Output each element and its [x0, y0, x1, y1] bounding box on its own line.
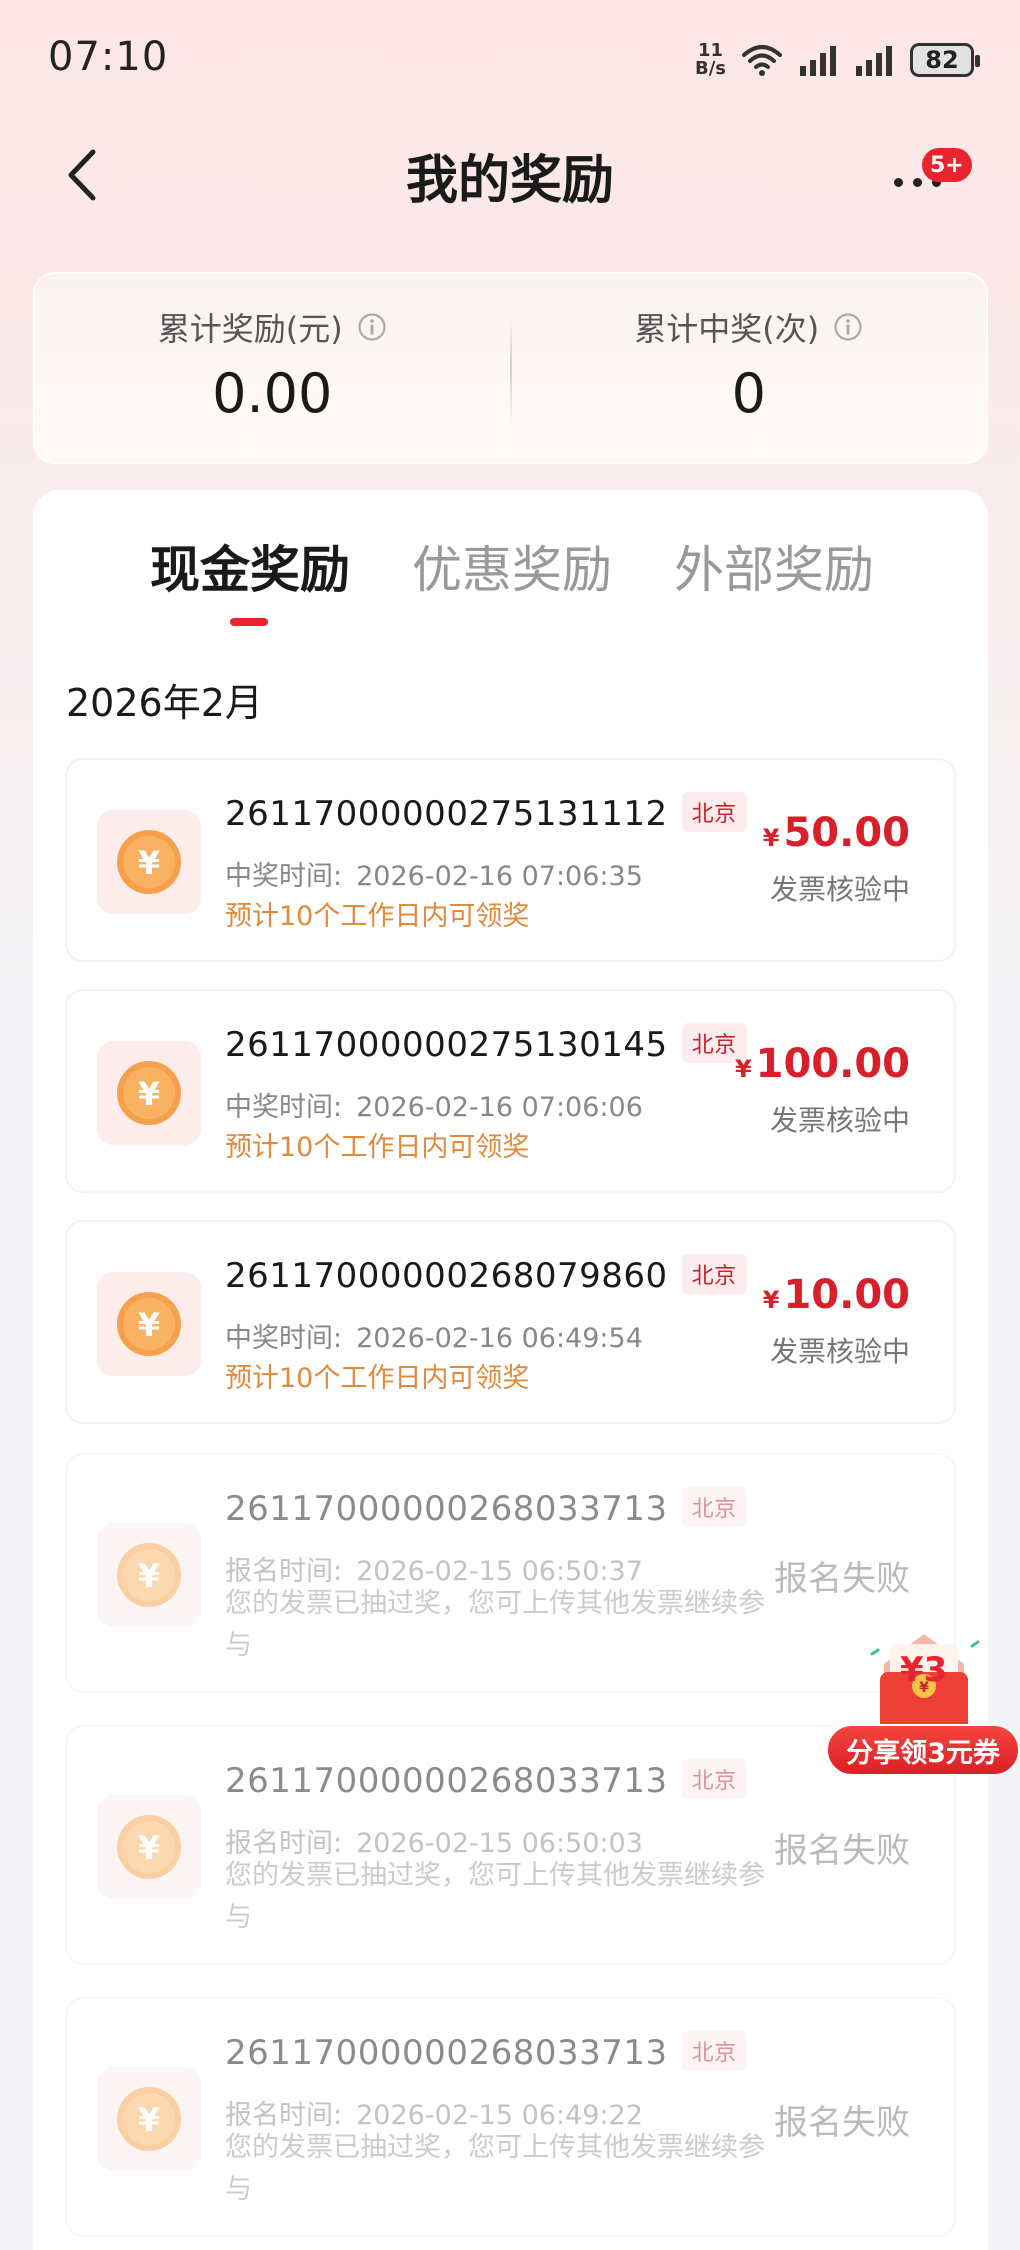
time-value: 2026-02-16 06:49:54: [356, 1323, 643, 1354]
reward-record[interactable]: ¥ 26117000000275131112 北京 中奖时间: 2026-02-16…: [65, 758, 956, 962]
amount-value: 10.00: [783, 1272, 910, 1318]
failure-status: 报名失败: [774, 1831, 910, 1871]
reward-status: 发票核验中: [769, 873, 910, 906]
coin-icon-box: ¥: [97, 810, 201, 914]
currency-symbol: ¥: [762, 824, 780, 852]
amount-value: 50.00: [783, 810, 910, 856]
total-wins: 累计中奖(次) 0: [512, 274, 987, 462]
wifi-icon: [742, 45, 782, 76]
invoice-number: 26117000000275131112: [225, 794, 668, 834]
claim-note: 预计10个工作日内可领奖: [225, 1363, 530, 1394]
signal-icon-2: [856, 46, 892, 76]
tab-discount-reward[interactable]: 优惠奖励: [412, 530, 612, 602]
status-icons: 11 B/s 82: [695, 38, 980, 82]
region-tag: 北京: [681, 1254, 747, 1294]
yen-coin-icon: ¥: [117, 1815, 181, 1879]
svg-text:¥: ¥: [138, 1306, 160, 1344]
failure-note: 您的发票已抽过奖，您可上传其他发票继续参与: [225, 1860, 765, 1933]
invoice-number: 26117000000268033713: [225, 1489, 668, 1529]
svg-text:¥: ¥: [138, 844, 160, 882]
signal-icon: [800, 46, 836, 76]
page-title: 我的奖励: [405, 151, 614, 211]
reward-amount: ¥50.00: [763, 810, 910, 856]
failure-status: 报名失败: [774, 1559, 910, 1599]
coin-icon-box: ¥: [97, 1041, 201, 1145]
failure-note: 您的发票已抽过奖，您可上传其他发票继续参与: [225, 1588, 765, 1661]
yen-coin-icon: ¥: [117, 1061, 181, 1125]
amount-value: 100.00: [755, 1041, 910, 1087]
yen-coin-icon: ¥: [117, 1543, 181, 1607]
reward-record[interactable]: ¥ 26117000000275130145 北京 中奖时间: 2026-02-16…: [65, 989, 956, 1193]
time-value: 2026-02-16 07:06:35: [356, 861, 643, 892]
reward-status: 发票核验中: [769, 1104, 910, 1137]
invoice-number: 26117000000268033713: [225, 1761, 668, 1801]
more-button[interactable]: 5+: [888, 142, 972, 212]
info-icon[interactable]: [833, 312, 863, 342]
tab-external-reward[interactable]: 外部奖励: [674, 530, 874, 602]
reward-record[interactable]: ¥ 26117000000268079860 北京 中奖时间: 2026-02-16…: [65, 1220, 956, 1424]
rewards-card: 现金奖励 优惠奖励 外部奖励 2026年2月 ¥ 261170000002751…: [33, 490, 988, 2250]
reward-record-failed[interactable]: ¥ 26117000000268033713 北京 报名时间: 2026-02-15…: [65, 1997, 956, 2237]
reward-record-failed[interactable]: ¥ 26117000000268033713 北京 报名时间: 2026-02-15…: [65, 1725, 956, 1965]
yen-coin-icon: ¥: [117, 1292, 181, 1356]
region-tag: 北京: [681, 1759, 747, 1799]
page: 07:10 11 B/s 82 我的奖励 5+ 累计奖励(元) 0.00 累计中…: [0, 0, 1020, 2250]
net-speed: 11 B/s: [695, 42, 726, 78]
region-tag: 北京: [681, 1487, 747, 1527]
nav-bar: 我的奖励 5+: [0, 120, 1020, 230]
coupon-amount: ¥3: [900, 1650, 948, 1690]
reward-status: 发票核验中: [769, 1335, 910, 1368]
claim-note: 预计10个工作日内可领奖: [225, 901, 530, 932]
svg-text:¥: ¥: [138, 1829, 160, 1867]
status-time: 07:10: [48, 34, 169, 80]
tab-cash-reward[interactable]: 现金奖励: [150, 530, 350, 602]
time-value: 2026-02-16 07:06:06: [356, 1092, 643, 1123]
failure-note: 您的发票已抽过奖，您可上传其他发票继续参与: [225, 2132, 765, 2205]
coin-icon-box: ¥: [97, 1523, 201, 1627]
tab-bar: 现金奖励 优惠奖励 外部奖励: [33, 530, 988, 630]
currency-symbol: ¥: [762, 1286, 780, 1314]
coin-icon-box: ¥: [97, 2067, 201, 2171]
notification-badge: 5+: [922, 148, 972, 182]
yen-coin-icon: ¥: [117, 2087, 181, 2151]
claim-note: 预计10个工作日内可领奖: [225, 1132, 530, 1163]
yen-coin-icon: ¥: [117, 830, 181, 894]
failure-status: 报名失败: [774, 2103, 910, 2143]
total-reward-value: 0.00: [212, 362, 333, 425]
reward-record-failed[interactable]: ¥ 26117000000268033713 北京 报名时间: 2026-02-15…: [65, 1453, 956, 1693]
net-speed-unit: B/s: [694, 58, 726, 79]
share-coupon-button[interactable]: 分享领3元券: [826, 1724, 1020, 1776]
coin-icon-box: ¥: [97, 1272, 201, 1376]
status-bar: 07:10 11 B/s 82: [0, 0, 1020, 120]
battery-icon: 82: [910, 43, 980, 77]
currency-symbol: ¥: [734, 1055, 752, 1083]
total-wins-label: 累计中奖(次): [634, 310, 820, 348]
time-label: 中奖时间:: [225, 1323, 343, 1354]
active-tab-indicator: [230, 618, 268, 626]
total-wins-value: 0: [731, 362, 766, 425]
svg-text:¥: ¥: [138, 1075, 160, 1113]
total-reward-label: 累计奖励(元): [157, 310, 343, 348]
summary-card: 累计奖励(元) 0.00 累计中奖(次) 0: [33, 272, 988, 464]
time-label: 中奖时间:: [225, 861, 343, 892]
region-tag: 北京: [681, 2031, 747, 2071]
reward-amount: ¥10.00: [763, 1272, 910, 1318]
time-label: 中奖时间:: [225, 1092, 343, 1123]
invoice-number: 26117000000268079860: [225, 1256, 668, 1296]
coin-icon-box: ¥: [97, 1795, 201, 1899]
region-tag: 北京: [681, 792, 747, 832]
svg-text:¥: ¥: [138, 2101, 160, 2139]
info-icon[interactable]: [357, 312, 387, 342]
reward-amount: ¥100.00: [735, 1041, 910, 1087]
svg-text:¥: ¥: [138, 1557, 160, 1595]
share-coupon-widget[interactable]: ¥ ¥3 分享领3元券: [826, 1620, 1020, 1776]
invoice-number: 26117000000275130145: [225, 1025, 668, 1065]
total-reward: 累计奖励(元) 0.00: [35, 274, 510, 462]
month-header: 2026年2月: [66, 681, 263, 725]
invoice-number: 26117000000268033713: [225, 2033, 668, 2073]
